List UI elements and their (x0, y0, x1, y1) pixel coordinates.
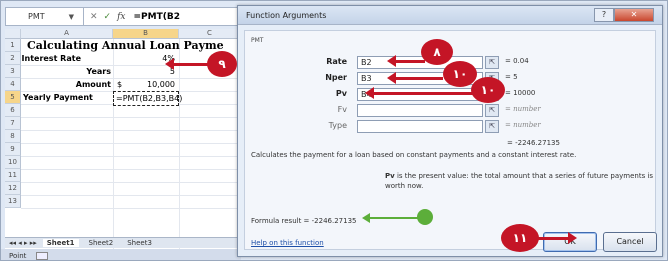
function-arguments-dialog: Function Arguments ? ✕ PMT Rate B2 ⇱ = 0… (237, 5, 663, 257)
argument-row-fv: Fv ⇱ = number (245, 104, 665, 118)
enter-check-icon[interactable]: ✓ (104, 12, 112, 22)
argument-row-type: Type ⇱ = number (245, 120, 665, 134)
callout-11: ١١ (501, 224, 539, 252)
sheet-title[interactable]: Calculating Annual Loan Payme (27, 39, 224, 52)
window-buttons: ? ✕ (594, 8, 654, 22)
macro-record-icon[interactable] (36, 251, 49, 260)
pointer-dot (417, 209, 433, 225)
arg-result: = number (505, 105, 541, 113)
formula-bar: PMT ▼ ✕ ✓ fx =PMT(B2 (5, 7, 241, 26)
parameter-name: Pv (385, 172, 395, 180)
value-amount-currency: $ (117, 80, 123, 89)
arg-label: Rate (326, 57, 347, 66)
callout-arrow-11 (537, 232, 577, 244)
close-icon[interactable]: ✕ (614, 8, 654, 22)
row-header[interactable]: 8 (5, 130, 21, 143)
column-header-a[interactable]: A (21, 29, 113, 39)
column-header-b[interactable]: B (113, 29, 179, 39)
tab-sheet3[interactable]: Sheet3 (123, 239, 156, 247)
callout-arrow-10b (365, 87, 473, 99)
row-header[interactable]: 3 (5, 65, 21, 78)
callout-10b: ١٠ (471, 77, 505, 103)
tab-sheet1[interactable]: Sheet1 (42, 239, 79, 247)
collapse-dialog-icon[interactable]: ⇱ (485, 56, 499, 69)
collapse-dialog-icon[interactable]: ⇱ (485, 104, 499, 117)
row-header[interactable]: 9 (5, 143, 21, 156)
callout-8: ٨ (421, 39, 453, 65)
arg-label: Type (328, 121, 347, 130)
sheet-tabs-bar: ◂◂ ◂ ▸ ▸▸ Sheet1 Sheet2 Sheet3 (5, 237, 241, 248)
help-link[interactable]: Help on this function (251, 239, 324, 247)
pointer-arrow-formula-result (362, 213, 423, 223)
column-header-c[interactable]: C (179, 29, 241, 39)
arg-label: Fv (337, 105, 347, 114)
row-header[interactable]: 1 (5, 39, 21, 52)
row-header[interactable]: 12 (5, 182, 21, 195)
parameter-help: Pv is the present value: the total amoun… (385, 171, 655, 191)
status-bar: Point (1, 249, 241, 260)
arg-label: Nper (325, 73, 347, 82)
collapse-dialog-icon[interactable]: ⇱ (485, 120, 499, 133)
tab-scroll-arrows-icon[interactable]: ◂◂ ◂ ▸ ▸▸ (9, 239, 37, 247)
row-header[interactable]: 2 (5, 52, 21, 65)
value-amount[interactable]: 10,000 (147, 78, 175, 92)
row-header[interactable]: 13 (5, 195, 21, 208)
parameter-description: is the present value: the total amount t… (385, 172, 654, 190)
cancel-button[interactable]: Cancel (603, 232, 657, 252)
name-box[interactable]: PMT ▼ (6, 8, 84, 25)
callout-arrow-8 (387, 55, 425, 67)
callout-9: ٩ (207, 51, 237, 77)
callout-arrow-9 (165, 58, 209, 70)
label-interest-rate[interactable]: Interest Rate (22, 52, 81, 65)
row-header[interactable]: 10 (5, 156, 21, 169)
row-header[interactable]: 11 (5, 169, 21, 182)
arg-result: = 5 (505, 73, 518, 81)
row-header[interactable]: 4 (5, 78, 21, 91)
callout-arrow-10a (387, 72, 443, 84)
label-years[interactable]: Years (86, 65, 111, 78)
fv-input[interactable] (357, 104, 483, 117)
cancel-entry-icon[interactable]: ✕ (90, 12, 98, 22)
row-header[interactable]: 5 (5, 91, 21, 104)
label-yearly-payment[interactable]: Yearly Payment (23, 91, 93, 104)
select-all-corner[interactable] (5, 29, 21, 39)
formula-preview: = -2246.27135 (507, 139, 560, 147)
name-box-value: PMT (28, 12, 45, 21)
arg-label: Pv (335, 89, 347, 98)
fx-icon[interactable]: fx (117, 12, 125, 22)
row-header[interactable]: 6 (5, 104, 21, 117)
formula-result: Formula result = -2246.27135 (251, 217, 357, 225)
type-input[interactable] (357, 120, 483, 133)
status-mode: Point (9, 251, 27, 260)
row-header[interactable]: 7 (5, 117, 21, 130)
active-cell-formula[interactable]: =PMT(B2,B3,B4) (113, 91, 182, 106)
arg-result: = 10000 (505, 89, 536, 97)
screenshot-frame: PMT ▼ ✕ ✓ fx =PMT(B2 A B C 1 2 3 4 5 6 7… (0, 0, 668, 261)
formula-input[interactable]: =PMT(B2 (134, 12, 180, 22)
chevron-down-icon[interactable]: ▼ (69, 13, 74, 21)
label-amount[interactable]: Amount (76, 78, 111, 91)
arg-result: = number (505, 121, 541, 129)
tab-sheet2[interactable]: Sheet2 (85, 239, 118, 247)
help-icon[interactable]: ? (594, 8, 614, 22)
function-description: Calculates the payment for a loan based … (251, 151, 577, 159)
function-name: PMT (251, 37, 264, 44)
arg-result: = 0.04 (505, 57, 529, 65)
argument-row-pv: Pv B4 ⇱ = 10000 (245, 88, 665, 102)
